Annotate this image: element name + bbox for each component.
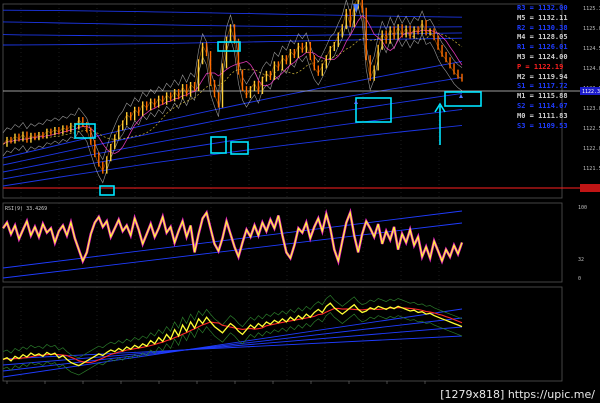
image-caption: [1279x818] https://upic.me/ [438,388,597,401]
channel-line [2,124,463,187]
pivot-level-row: R3 = 1132.00 [517,4,568,12]
pivot-level-row: M4 = 1128.05 [517,33,568,42]
arrow-up-icon [354,100,358,104]
price-axis-tick-label: 1121.50 [583,166,600,172]
highlight-box [210,136,227,154]
rsi-axis-tick-label: 100 [578,205,587,211]
price-axis-tick-label: 1125.00 [583,26,600,32]
price-axis-tick-label: 1124.50 [583,46,600,52]
pivot-level-row: M2 = 1119.94 [517,72,568,81]
arrow-up-icon [459,94,463,98]
price-axis-tick-label: 1123.00 [583,106,600,112]
channel-line [2,108,463,180]
price-axis-tick-label: 1125.35 [583,6,600,12]
pivot-level-row: S2 = 1114.07 [517,101,568,110]
rsi-axis-tick-label: 32 [578,257,584,263]
level-price-tag [580,184,600,192]
price-panel: 1125.351125.001124.501124.001123.501123.… [2,0,600,199]
highlight-box [444,91,482,107]
indicator-panel-frame [2,286,563,382]
price-panel-frame [2,3,563,199]
price-axis-tick-label: 1122.00 [583,146,600,152]
indicator-envelope-line [2,294,463,359]
pivot-level-row: R1 = 1126.01 [517,43,568,52]
indicator-trend-line [2,326,463,366]
channel-line [2,9,463,18]
pivot-level-row: M0 = 1111.83 [517,111,568,120]
price-axis-tick-label: 1122.50 [583,126,600,132]
pivot-level-row: M5 = 1132.11 [517,13,568,22]
rsi-axis-tick-label: 0 [578,276,581,282]
channel-line [2,60,463,159]
indicator-trend-line [2,335,463,360]
pivot-levels-panel: R3 = 1132.00 M5 = 1132.11 R2 = 1130.38 M4 =… [517,4,583,131]
pivot-level-row: P = 1122.19 [517,62,564,71]
pivot-level-row: S1 = 1117.72 [517,82,568,91]
indicator-panel [2,286,563,384]
indicator-signal-line [2,307,463,364]
pivot-level-row: S3 = 1109.53 [517,121,568,130]
upper-band-line [2,0,463,161]
price-axis-tick-label: 1124.00 [583,66,600,72]
chart-canvas: 1125.351125.001124.501124.001123.501123.… [1,0,600,384]
pivot-level-row: M3 = 1124.00 [517,52,568,61]
indicator-trend-line [2,308,463,378]
rsi-title: RSI(9) 33.4269 [5,206,47,212]
current-price-label: 1122.35 [582,89,600,95]
indicator-envelope-line [2,312,463,376]
rsi-panel-frame [2,202,563,283]
rsi-panel: RSI(9) 33.4269 100 32 0 [1,202,587,283]
highlight-box [99,185,115,196]
pivot-level-row: R2 = 1130.38 [517,23,568,32]
pivot-level-row: M1 = 1115.88 [517,92,568,101]
highlight-box [355,97,392,123]
